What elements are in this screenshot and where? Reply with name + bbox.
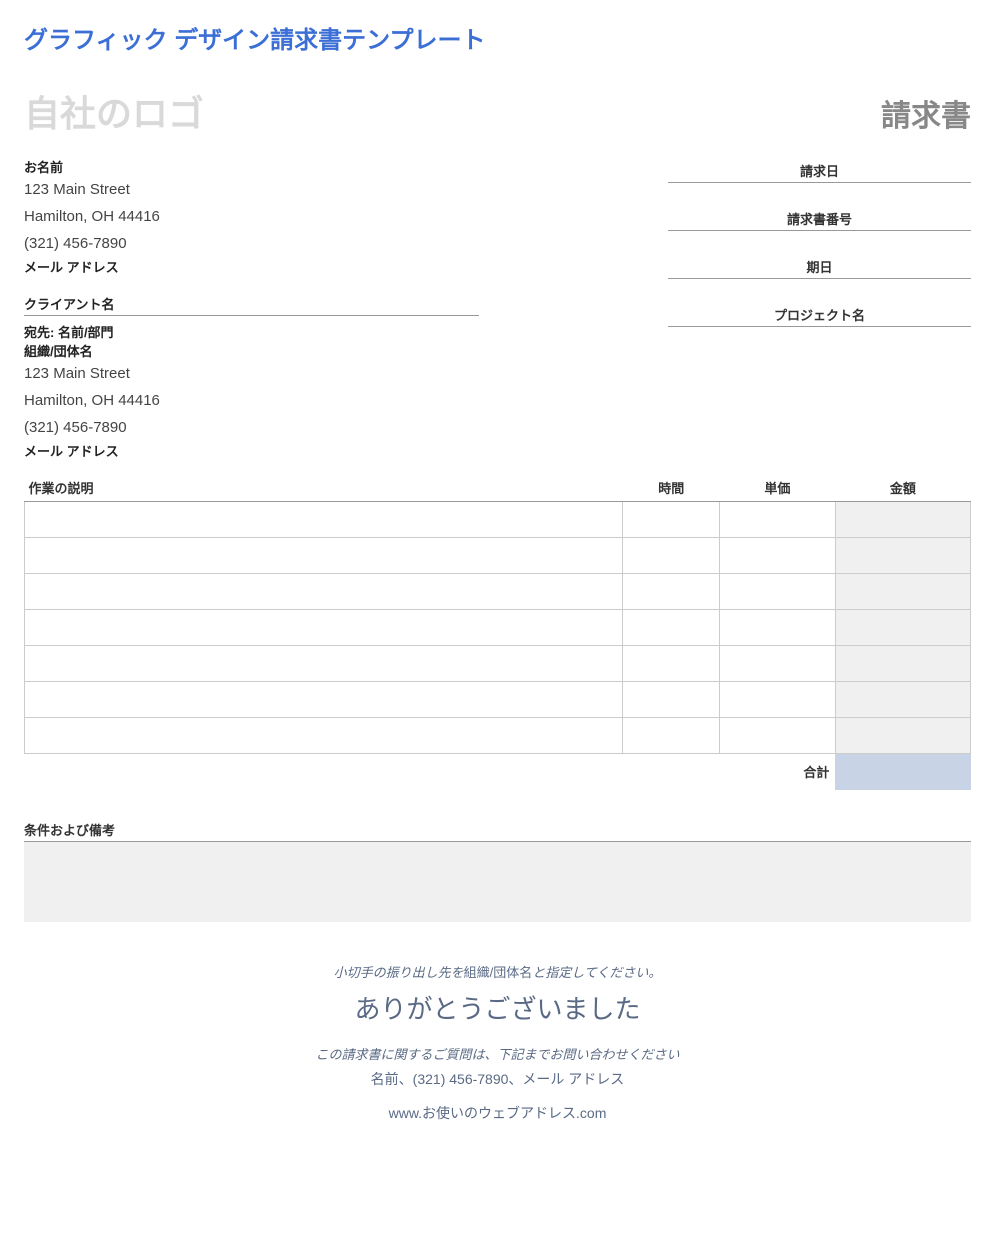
client-org: 組織/団体名 xyxy=(24,341,479,360)
invoice-number-label: 請求書番号 xyxy=(668,205,971,231)
table-row xyxy=(25,646,971,682)
from-email-label: メール アドレス xyxy=(24,257,479,276)
contact-details: 名前、(321) 456-7890、メール アドレス xyxy=(24,1069,971,1089)
table-row xyxy=(25,718,971,754)
client-phone: (321) 456-7890 xyxy=(24,414,479,441)
page-title: グラフィック デザイン請求書テンプレート xyxy=(24,20,971,55)
total-label: 合計 xyxy=(25,754,836,790)
thanks-message: ありがとうございました xyxy=(24,989,971,1026)
invoice-date-label: 請求日 xyxy=(668,157,971,183)
notes-header: 条件および備考 xyxy=(24,820,971,842)
table-row xyxy=(25,682,971,718)
logo-placeholder: 自社のロゴ xyxy=(24,85,204,137)
col-hours: 時間 xyxy=(623,474,720,502)
check-prefix: 小切手の振り出し先を xyxy=(334,965,464,980)
line-items-table: 作業の説明 時間 単価 金額 合計 xyxy=(24,474,971,790)
check-org: 組織/団体名 xyxy=(464,965,533,980)
table-row xyxy=(25,538,971,574)
table-row xyxy=(25,610,971,646)
meta-block: 請求日 請求書番号 期日 プロジェクト名 xyxy=(668,157,971,460)
from-address2: Hamilton, OH 44416 xyxy=(24,203,479,230)
col-amount: 金額 xyxy=(835,474,970,502)
client-attn: 宛先: 名前/部門 xyxy=(24,322,479,341)
client-header: クライアント名 xyxy=(24,294,479,316)
table-row xyxy=(25,574,971,610)
client-address1: 123 Main Street xyxy=(24,360,479,387)
invoice-title: 請求書 xyxy=(881,91,971,135)
col-desc: 作業の説明 xyxy=(25,474,623,502)
check-suffix: と指定してください。 xyxy=(532,965,661,980)
project-name-label: プロジェクト名 xyxy=(668,301,971,327)
check-line: 小切手の振り出し先を組織/団体名と指定してください。 xyxy=(24,962,971,981)
total-row: 合計 xyxy=(25,754,971,790)
footer: 小切手の振り出し先を組織/団体名と指定してください。 ありがとうございました こ… xyxy=(24,962,971,1123)
info-section: お名前 123 Main Street Hamilton, OH 44416 (… xyxy=(24,157,971,460)
due-date-label: 期日 xyxy=(668,253,971,279)
contact-line: この請求書に関するご質問は、下記までお問い合わせください xyxy=(24,1044,971,1063)
table-row xyxy=(25,502,971,538)
notes-area xyxy=(24,842,971,922)
col-rate: 単価 xyxy=(720,474,836,502)
client-address2: Hamilton, OH 44416 xyxy=(24,387,479,414)
from-block: お名前 123 Main Street Hamilton, OH 44416 (… xyxy=(24,157,479,460)
website: www.お使いのウェブアドレス.com xyxy=(24,1103,971,1123)
from-name-label: お名前 xyxy=(24,157,479,176)
total-value xyxy=(835,754,970,790)
from-phone: (321) 456-7890 xyxy=(24,230,479,257)
from-address1: 123 Main Street xyxy=(24,176,479,203)
client-email-label: メール アドレス xyxy=(24,441,479,460)
header-row: 自社のロゴ 請求書 xyxy=(24,85,971,137)
